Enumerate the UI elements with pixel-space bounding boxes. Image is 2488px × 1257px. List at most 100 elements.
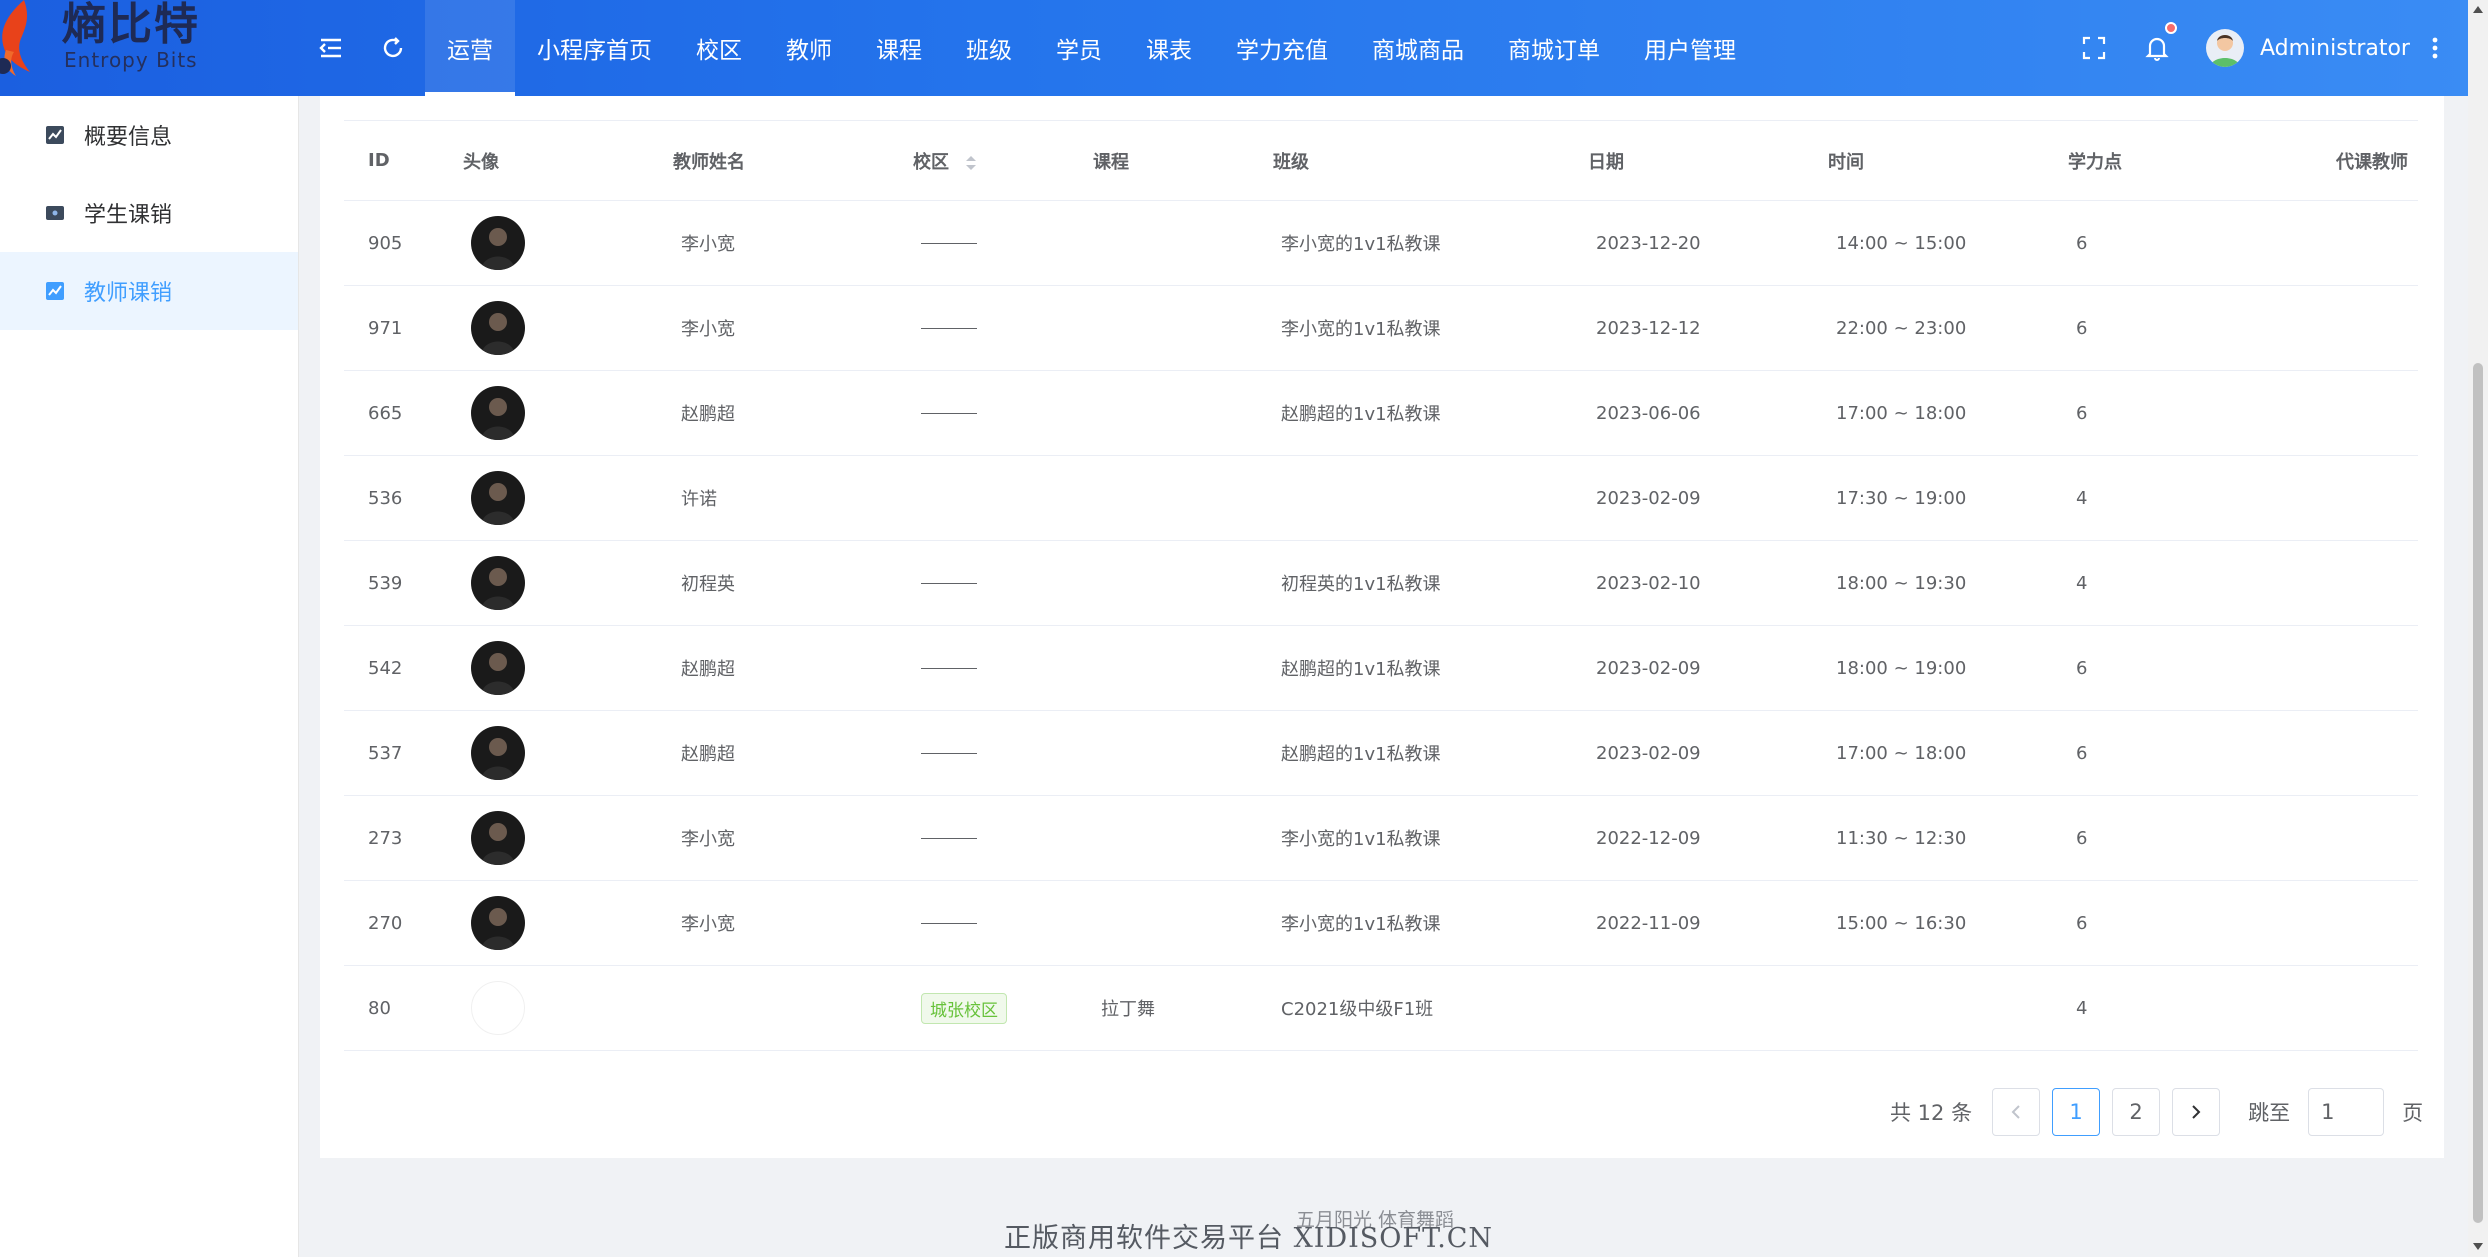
cell-campus <box>889 370 1069 456</box>
nav-class[interactable]: 班级 <box>944 0 1034 96</box>
cell-date-text: 2023-12-12 <box>1596 317 1701 339</box>
user-menu[interactable]: Administrator <box>2206 28 2410 68</box>
jump-page-input[interactable] <box>2308 1088 2385 1136</box>
cell-teacher-name: 初程英 <box>649 540 889 626</box>
cell-class-text: 初程英的1v1私教课 <box>1281 574 1441 595</box>
page-button-2[interactable]: 2 <box>2112 1088 2161 1136</box>
cell-date-text: 2022-11-09 <box>1596 912 1701 934</box>
page-scrollbar[interactable] <box>2468 0 2488 1257</box>
table-row[interactable]: 273 李小宽 李小宽的1v1私教课 2022-12-09 11:30 ~ 12:30 6 <box>344 795 2418 881</box>
nav-shop-orders[interactable]: 商城订单 <box>1486 0 1622 96</box>
bell-icon[interactable] <box>2140 31 2174 65</box>
brand-title: 熵比特 <box>62 0 200 50</box>
table-row[interactable]: 80 城张校区 拉丁舞 C2021级中级F1班 4 <box>344 965 2418 1051</box>
cell-campus <box>889 285 1069 371</box>
cell-time-text: 22:00 ~ 23:00 <box>1836 317 1967 339</box>
cell-points: 6 <box>2044 370 2244 456</box>
cell-id-text: 905 <box>368 232 403 254</box>
cell-date: 2023-12-12 <box>1564 285 1804 371</box>
cell-campus <box>889 880 1069 966</box>
cell-class: 赵鹏超的1v1私教课 <box>1249 625 1564 711</box>
prev-page-button[interactable] <box>1992 1088 2041 1136</box>
scroll-up-arrow-icon[interactable] <box>2472 4 2484 16</box>
cell-id: 905 <box>344 200 439 286</box>
sidebar-item-overview[interactable]: 概要信息 <box>0 96 298 174</box>
cell-date: 2023-02-09 <box>1564 710 1804 796</box>
cell-points: 4 <box>2044 455 2244 541</box>
cell-id: 539 <box>344 540 439 626</box>
cell-time: 17:30 ~ 19:00 <box>1804 455 2044 541</box>
cell-class: 赵鹏超的1v1私教课 <box>1249 370 1564 456</box>
nav-teacher[interactable]: 教师 <box>764 0 854 96</box>
col-header-campus[interactable]: 校区 <box>889 120 1069 201</box>
nav-shop-products[interactable]: 商城商品 <box>1350 0 1486 96</box>
table-row[interactable]: 537 赵鹏超 赵鹏超的1v1私教课 2023-02-09 17:00 ~ 18:00 6 <box>344 710 2418 796</box>
table-row[interactable]: 665 赵鹏超 赵鹏超的1v1私教课 2023-06-06 17:00 ~ 18:00 6 <box>344 370 2418 456</box>
cell-date-text: 2022-12-09 <box>1596 827 1701 849</box>
cell-points: 4 <box>2044 965 2244 1051</box>
next-page-button[interactable] <box>2172 1088 2221 1136</box>
cell-date: 2023-02-09 <box>1564 625 1804 711</box>
fullscreen-icon[interactable] <box>2077 31 2111 65</box>
table-row[interactable]: 539 初程英 初程英的1v1私教课 2023-02-10 18:00 ~ 19:30 4 <box>344 540 2418 626</box>
cell-time: 17:00 ~ 18:00 <box>1804 710 2044 796</box>
cell-course <box>1069 455 1249 541</box>
empty-campus-dash <box>921 243 977 244</box>
cell-id-text: 971 <box>368 317 403 339</box>
cell-time-text: 11:30 ~ 12:30 <box>1836 827 1967 849</box>
cell-points: 6 <box>2044 795 2244 881</box>
cell-avatar <box>439 200 649 286</box>
cell-class: 初程英的1v1私教课 <box>1249 540 1564 626</box>
cell-date <box>1564 965 1804 1051</box>
jump-label: 跳至 <box>2248 1101 2291 1125</box>
cell-points: 6 <box>2044 625 2244 711</box>
nav-miniprogram-home[interactable]: 小程序首页 <box>515 0 674 96</box>
cell-points-text: 4 <box>2076 572 2088 594</box>
scrollbar-thumb[interactable] <box>2473 363 2483 1223</box>
cell-time: 18:00 ~ 19:30 <box>1804 540 2044 626</box>
sidebar-item-student-sales[interactable]: 学生课销 <box>0 174 298 252</box>
nav-student[interactable]: 学员 <box>1034 0 1124 96</box>
scroll-down-arrow-icon[interactable] <box>2472 1240 2484 1252</box>
table-row[interactable]: 542 赵鹏超 赵鹏超的1v1私教课 2023-02-09 18:00 ~ 19:00 6 <box>344 625 2418 711</box>
cell-teacher-name: 李小宽 <box>649 880 889 966</box>
cell-campus: 城张校区 <box>889 965 1069 1051</box>
cell-substitute-teacher <box>2244 370 2418 456</box>
teacher-avatar <box>471 811 525 865</box>
cell-avatar <box>439 285 649 371</box>
sidebar-item-teacher-sales[interactable]: 教师课销 <box>0 252 298 330</box>
nav-course[interactable]: 课程 <box>854 0 944 96</box>
table-row[interactable]: 270 李小宽 李小宽的1v1私教课 2022-11-09 15:00 ~ 16:30 6 <box>344 880 2418 966</box>
table-row[interactable]: 536 许诺 2023-02-09 17:30 ~ 19:00 4 <box>344 455 2418 541</box>
sidebar: 概要信息 学生课销 教师课销 <box>0 96 299 1257</box>
cell-time: 22:00 ~ 23:00 <box>1804 285 2044 371</box>
refresh-icon[interactable] <box>376 31 410 65</box>
table-body: 905 李小宽 李小宽的1v1私教课 2023-12-20 14:00 ~ 15:00 6… <box>344 200 2418 1051</box>
table-row[interactable]: 905 李小宽 李小宽的1v1私教课 2023-12-20 14:00 ~ 15:00 6 <box>344 200 2418 286</box>
more-vertical-icon[interactable] <box>2418 31 2452 65</box>
cell-teacher-name-text: 赵鹏超 <box>681 404 735 425</box>
cell-substitute-teacher <box>2244 625 2418 711</box>
page-button-1[interactable]: 1 <box>2052 1088 2101 1136</box>
menu-fold-icon[interactable] <box>314 31 348 65</box>
cell-course <box>1069 540 1249 626</box>
nav-operations[interactable]: 运营 <box>425 0 515 96</box>
empty-campus-dash <box>921 668 977 669</box>
sort-caret-icon[interactable] <box>965 154 977 172</box>
cell-time-text: 17:30 ~ 19:00 <box>1836 487 1967 509</box>
sidebar-item-label: 学生课销 <box>84 203 173 228</box>
nav-user-management[interactable]: 用户管理 <box>1622 0 1758 96</box>
cell-class-text: 赵鹏超的1v1私教课 <box>1281 659 1441 680</box>
cell-class-text: 李小宽的1v1私教课 <box>1281 829 1441 850</box>
nav-schedule[interactable]: 课表 <box>1124 0 1214 96</box>
top-header: 熵比特 Entropy Bits 运营 小程序首页 校区 教师 课程 班级 学员… <box>0 0 2488 96</box>
user-name: Administrator <box>2260 35 2410 61</box>
cell-teacher-name: 许诺 <box>649 455 889 541</box>
cell-teacher-name: 赵鹏超 <box>649 370 889 456</box>
cell-avatar <box>439 540 649 626</box>
cell-class: 赵鹏超的1v1私教课 <box>1249 710 1564 796</box>
nav-campus[interactable]: 校区 <box>674 0 764 96</box>
table-row[interactable]: 971 李小宽 李小宽的1v1私教课 2023-12-12 22:00 ~ 23:00 6 <box>344 285 2418 371</box>
empty-campus-dash <box>921 583 977 584</box>
nav-recharge[interactable]: 学力充值 <box>1214 0 1350 96</box>
